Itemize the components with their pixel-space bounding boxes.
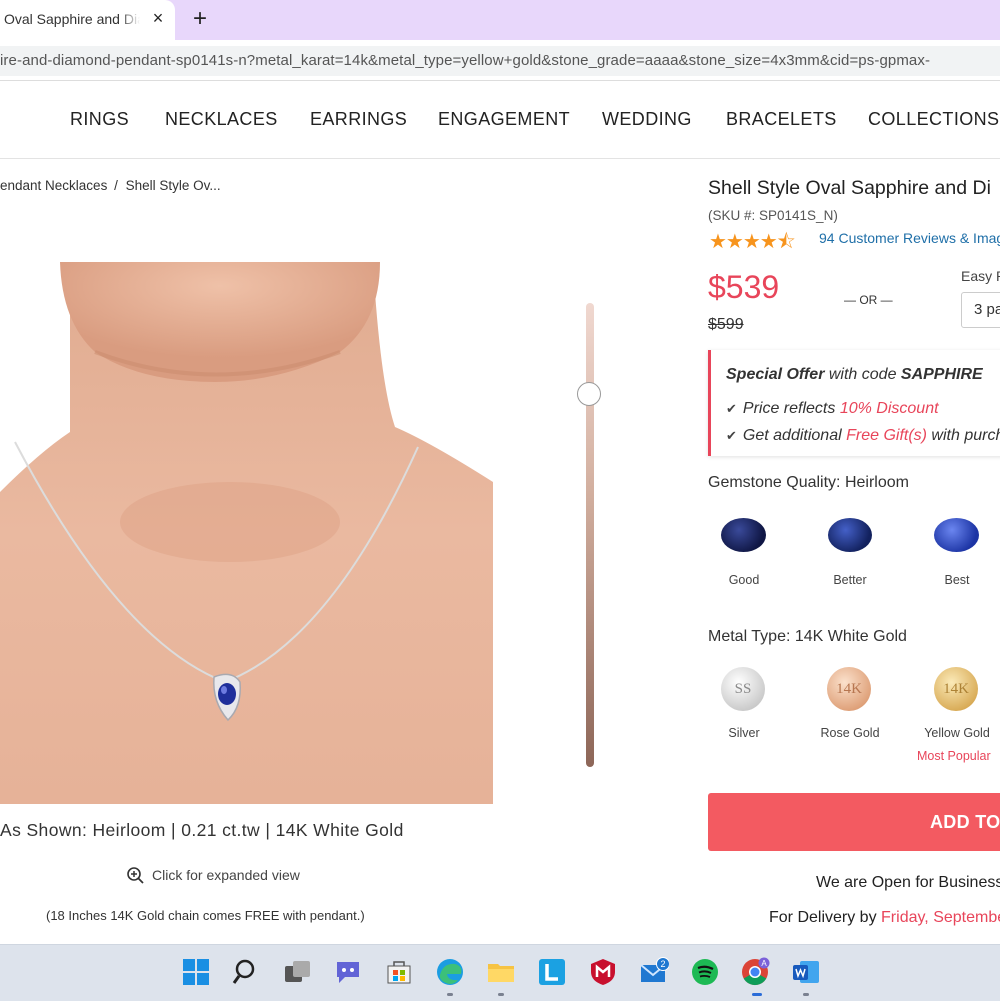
- customer-reviews-link[interactable]: 94 Customer Reviews & Imag: [819, 230, 1000, 246]
- necklace-model-illustration: [0, 262, 493, 804]
- nav-divider: [0, 158, 1000, 159]
- l-app-icon[interactable]: [537, 957, 567, 987]
- microsoft-store-icon[interactable]: [384, 957, 414, 987]
- metal-silver-swatch[interactable]: SS: [721, 667, 765, 711]
- metal-yellow-gold-swatch[interactable]: 14K: [934, 667, 978, 711]
- delivery-note: For Delivery by Friday, Septembe: [769, 909, 1000, 927]
- offer-discount-prefix: Price reflects: [742, 400, 840, 417]
- original-price: $599: [708, 316, 744, 333]
- add-to-cart-label: ADD TO: [930, 812, 1000, 832]
- chrome-profile-badge: A: [761, 959, 767, 968]
- gemstone-quality-heading: Gemstone Quality: Heirloom: [708, 474, 909, 491]
- chrome-active-indicator: [752, 993, 762, 996]
- nav-item-engagement[interactable]: ENGAGEMENT: [438, 109, 570, 130]
- special-offer-box: Special Offer with code SAPPHIRE ✔ Price …: [708, 350, 1000, 456]
- nav-item-bracelets[interactable]: BRACELETS: [726, 109, 837, 130]
- metal-rose-gold-swatch[interactable]: 14K: [827, 667, 871, 711]
- offer-gift-suffix: with purch: [926, 427, 1000, 444]
- easy-pay-value: 3 pa: [974, 301, 1000, 318]
- word-running-indicator: [803, 993, 809, 996]
- gemstone-better-swatch[interactable]: [828, 518, 872, 552]
- gemstone-good-swatch[interactable]: [721, 518, 766, 552]
- windows-taskbar: 2 A: [0, 944, 1000, 1001]
- spotify-icon[interactable]: [690, 957, 720, 987]
- new-tab-button[interactable]: +: [186, 6, 214, 34]
- open-for-business-note: We are Open for Business: [816, 874, 1000, 891]
- most-popular-badge: Most Popular: [917, 749, 991, 763]
- task-view-icon[interactable]: [283, 957, 313, 987]
- nav-item-necklaces[interactable]: NECKLACES: [165, 109, 278, 130]
- main-nav: RINGS NECKLACES EARRINGS ENGAGEMENT WEDD…: [0, 96, 1000, 144]
- check-icon: ✔: [726, 428, 737, 443]
- offer-code: SAPPHIRE: [900, 366, 983, 383]
- edge-running-indicator: [447, 993, 453, 996]
- breadcrumb: endant Necklaces / Shell Style Ov...: [0, 178, 221, 193]
- mail-notification-badge: 2: [660, 959, 665, 969]
- gemstone-best-label[interactable]: Best: [917, 573, 997, 587]
- url-text[interactable]: ire-and-diamond-pendant-sp0141s-n?metal_…: [0, 52, 1000, 69]
- teams-chat-icon[interactable]: [333, 957, 363, 987]
- offer-discount-line: ✔ Price reflects 10% Discount: [726, 400, 939, 418]
- delivery-prefix: For Delivery by: [769, 909, 882, 926]
- edge-browser-icon[interactable]: [435, 957, 465, 987]
- metal-silver-label[interactable]: Silver: [704, 726, 784, 740]
- offer-title-mid: with code: [824, 366, 901, 383]
- offer-title-label: Special Offer: [726, 366, 825, 383]
- product-image[interactable]: [0, 262, 493, 804]
- zoom-slider-thumb[interactable]: [577, 382, 601, 406]
- gemstone-good-label[interactable]: Good: [704, 573, 784, 587]
- easy-pay-select[interactable]: 3 pa: [961, 292, 1000, 328]
- word-icon[interactable]: [791, 957, 821, 987]
- nav-item-earrings[interactable]: EARRINGS: [310, 109, 407, 130]
- breadcrumb-current: Shell Style Ov...: [125, 178, 221, 193]
- offer-title: Special Offer with code SAPPHIRE: [726, 366, 983, 384]
- product-title: Shell Style Oval Sapphire and Di: [708, 177, 991, 199]
- expanded-view-label: Click for expanded view: [152, 867, 300, 883]
- breadcrumb-parent-link[interactable]: endant Necklaces: [0, 178, 107, 193]
- or-separator: — OR —: [844, 293, 893, 307]
- metal-rose-gold-label[interactable]: Rose Gold: [810, 726, 890, 740]
- zoom-slider-track[interactable]: [586, 303, 594, 767]
- tab-close-icon[interactable]: ×: [146, 6, 170, 30]
- file-explorer-icon[interactable]: [486, 957, 516, 987]
- nav-item-collections[interactable]: COLLECTIONS: [868, 109, 999, 130]
- chain-note: (18 Inches 14K Gold chain comes FREE wit…: [46, 908, 365, 923]
- add-to-cart-button[interactable]: ADD TO: [708, 793, 1000, 851]
- gemstone-better-label[interactable]: Better: [810, 573, 890, 587]
- easy-pay-label: Easy P: [961, 268, 1000, 284]
- nav-item-wedding[interactable]: WEDDING: [602, 109, 692, 130]
- offer-gift-prefix: Get additional: [742, 427, 847, 444]
- as-shown-caption: As Shown: Heirloom | 0.21 ct.tw | 14K Wh…: [0, 820, 404, 840]
- metal-yellow-gold-label[interactable]: Yellow Gold: [917, 726, 997, 740]
- gemstone-best-swatch[interactable]: [934, 518, 979, 552]
- chrome-icon[interactable]: A: [740, 957, 770, 987]
- rating-stars-icon: ★★★★⯪: [709, 231, 796, 253]
- mcafee-icon[interactable]: [588, 957, 618, 987]
- search-icon[interactable]: [232, 957, 262, 987]
- nav-item-rings[interactable]: RINGS: [70, 109, 129, 130]
- product-sku: (SKU #: SP0141S_N): [708, 208, 838, 223]
- offer-gift-line: ✔ Get additional Free Gift(s) with purch: [726, 427, 1000, 445]
- check-icon: ✔: [726, 401, 737, 416]
- zoom-in-icon: [127, 867, 144, 884]
- windows-start-icon[interactable]: [181, 957, 211, 987]
- metal-type-heading: Metal Type: 14K White Gold: [708, 628, 907, 645]
- explorer-running-indicator: [498, 993, 504, 996]
- address-bar-divider: [0, 80, 1000, 81]
- tab-title: Oval Sapphire and Diamond: [4, 11, 140, 27]
- sale-price: $539: [708, 269, 780, 305]
- breadcrumb-separator: /: [114, 178, 118, 193]
- delivery-date: Friday, Septembe: [881, 909, 1000, 926]
- offer-gift-highlight: Free Gift(s): [846, 427, 927, 444]
- offer-discount-highlight: 10% Discount: [839, 400, 939, 417]
- mail-icon[interactable]: 2: [639, 957, 669, 987]
